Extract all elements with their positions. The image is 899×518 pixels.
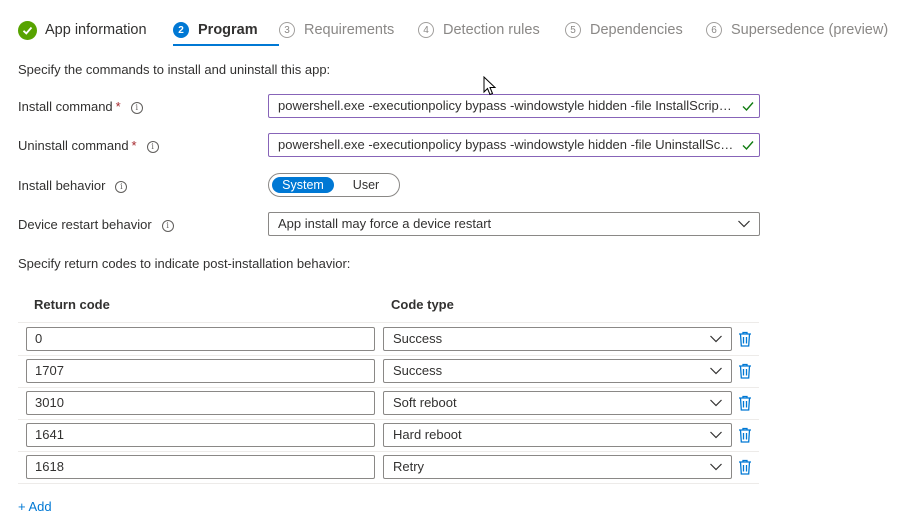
code-type-value: Retry <box>393 459 425 474</box>
trash-icon[interactable] <box>738 395 752 411</box>
required-mark: * <box>131 138 137 153</box>
step-label: Supersedence (preview) <box>731 22 889 38</box>
step-label: App information <box>45 22 147 38</box>
info-icon[interactable]: i <box>130 102 143 114</box>
commands-intro: Specify the commands to install and unin… <box>18 62 331 77</box>
required-mark: * <box>115 99 121 114</box>
install-behavior-label: Install behavior i <box>18 178 128 193</box>
step-label: Dependencies <box>590 22 683 38</box>
checkmark-icon <box>742 141 754 151</box>
restart-behavior-value: App install may force a device restart <box>278 216 492 231</box>
column-header-return-code: Return code <box>34 297 110 312</box>
code-type-value: Success <box>393 331 443 346</box>
trash-icon[interactable] <box>738 459 752 475</box>
add-return-code-link[interactable]: + Add <box>18 499 52 514</box>
table-divider <box>18 322 759 323</box>
step-number: 4 <box>418 22 434 38</box>
row-divider <box>18 355 759 356</box>
trash-icon[interactable] <box>738 363 752 379</box>
step-supersedence[interactable]: 6 Supersedence (preview) <box>706 19 888 41</box>
step-label: Detection rules <box>443 22 540 38</box>
code-type-dropdown[interactable]: Success <box>383 359 732 383</box>
check-circle-icon <box>18 20 37 40</box>
chevron-down-icon <box>710 335 722 343</box>
code-type-value: Hard reboot <box>393 427 462 442</box>
install-command-value: powershell.exe -executionpolicy bypass -… <box>278 98 760 113</box>
step-label: Requirements <box>304 22 395 38</box>
install-behavior-toggle[interactable]: System User <box>268 173 400 197</box>
step-detection-rules[interactable]: 4 Detection rules <box>418 19 565 41</box>
install-behavior-label-text: Install behavior <box>18 178 106 193</box>
code-type-value: Soft reboot <box>393 395 457 410</box>
row-divider <box>18 387 759 388</box>
install-command-label-text: Install command <box>18 99 113 114</box>
column-header-code-type: Code type <box>391 297 454 312</box>
step-number: 2 <box>173 22 189 38</box>
row-divider <box>18 419 759 420</box>
step-label: Program <box>198 22 258 38</box>
return-code-input[interactable]: 3010 <box>26 391 375 415</box>
return-code-input[interactable]: 0 <box>26 327 375 351</box>
uninstall-command-value: powershell.exe -executionpolicy bypass -… <box>278 137 760 152</box>
row-divider <box>18 483 759 484</box>
install-command-label: Install command * i <box>18 99 143 114</box>
row-divider <box>18 451 759 452</box>
step-app-information[interactable]: App information <box>18 19 173 41</box>
return-code-input[interactable]: 1618 <box>26 455 375 479</box>
code-type-value: Success <box>393 363 443 378</box>
chevron-down-icon <box>710 367 722 375</box>
step-dependencies[interactable]: 5 Dependencies <box>565 19 706 41</box>
return-codes-intro: Specify return codes to indicate post-in… <box>18 256 351 271</box>
return-code-input[interactable]: 1707 <box>26 359 375 383</box>
trash-icon[interactable] <box>738 331 752 347</box>
wizard-steps: App information 2 Program 3 Requirements… <box>18 18 899 46</box>
behavior-option-system[interactable]: System <box>272 177 334 193</box>
step-number: 3 <box>279 22 295 38</box>
install-command-input[interactable]: powershell.exe -executionpolicy bypass -… <box>268 94 760 118</box>
code-type-dropdown[interactable]: Hard reboot <box>383 423 732 447</box>
restart-behavior-label-text: Device restart behavior <box>18 217 152 232</box>
code-type-dropdown[interactable]: Soft reboot <box>383 391 732 415</box>
trash-icon[interactable] <box>738 427 752 443</box>
step-number: 5 <box>565 22 581 38</box>
behavior-option-user[interactable]: User <box>341 177 391 193</box>
restart-behavior-dropdown[interactable]: App install may force a device restart <box>268 212 760 236</box>
code-type-dropdown[interactable]: Success <box>383 327 732 351</box>
mouse-cursor-icon <box>483 76 497 96</box>
return-code-input[interactable]: 1641 <box>26 423 375 447</box>
step-program[interactable]: 2 Program <box>173 19 279 46</box>
uninstall-command-label-text: Uninstall command <box>18 138 129 153</box>
chevron-down-icon <box>710 463 722 471</box>
info-icon[interactable]: i <box>161 220 174 232</box>
code-type-dropdown[interactable]: Retry <box>383 455 732 479</box>
step-number: 6 <box>706 22 722 38</box>
info-icon[interactable]: i <box>146 141 159 153</box>
uninstall-command-input[interactable]: powershell.exe -executionpolicy bypass -… <box>268 133 760 157</box>
step-requirements[interactable]: 3 Requirements <box>279 19 418 41</box>
checkmark-icon <box>742 102 754 112</box>
restart-behavior-label: Device restart behavior i <box>18 217 174 232</box>
uninstall-command-label: Uninstall command * i <box>18 138 159 153</box>
chevron-down-icon <box>710 431 722 439</box>
chevron-down-icon <box>738 220 750 228</box>
info-icon[interactable]: i <box>115 181 128 193</box>
chevron-down-icon <box>710 399 722 407</box>
